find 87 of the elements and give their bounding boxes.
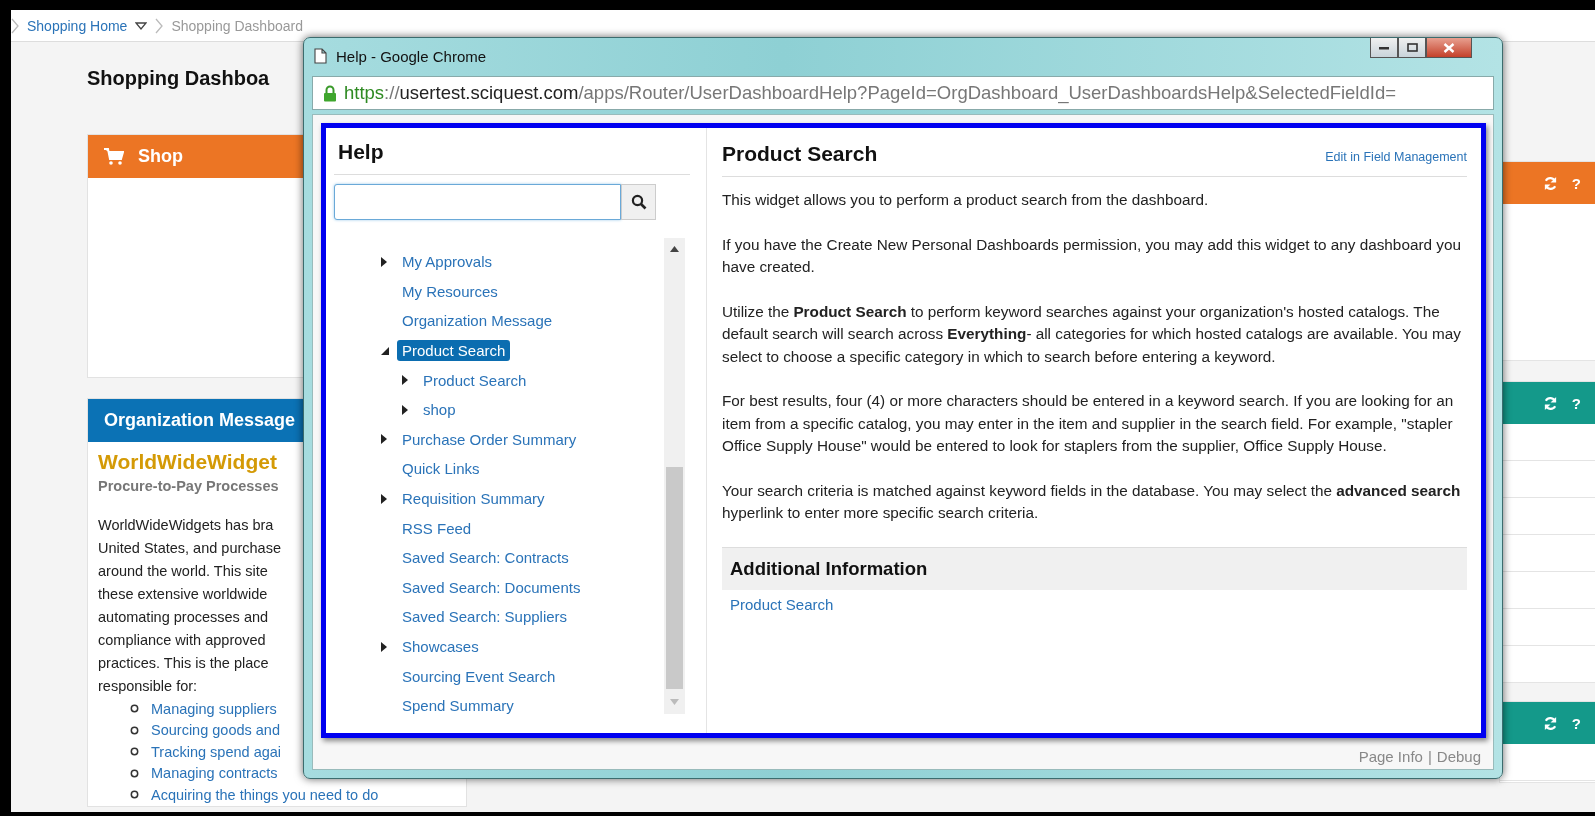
- section-header: Additional Information: [722, 546, 1467, 590]
- bullet-icon: [130, 768, 139, 778]
- help-link[interactable]: ?: [1571, 394, 1581, 412]
- message-list-item: Acquiring the things you need to do: [151, 786, 379, 803]
- message-text: around the world. This site: [98, 562, 268, 581]
- cart-icon: [104, 148, 124, 165]
- link-separator: |: [1427, 748, 1432, 765]
- article-paragraph: Your search criteria is matched against keyword fields in the database. You may select the advanced search hyperlink to enter more specific search criteria.: [722, 480, 1462, 523]
- message-heading: WorldWideWidget: [98, 450, 277, 474]
- tree-item[interactable]: Requisition Summary: [397, 488, 550, 510]
- article-paragraph: Utilize the Product Search to perform keyword searches against your organization's hosted catalogs. The default search will search across Everything- all categories for which hosted catalogs are available. You may select to choose a specific category in which to search before entering a keyword.: [722, 301, 1462, 367]
- window-title: Help - Google Chrome: [336, 47, 487, 65]
- scroll-up-icon[interactable]: [670, 246, 679, 252]
- message-text: WorldWideWidgets has bra: [98, 516, 274, 535]
- message-text: compliance with approved: [98, 631, 266, 650]
- scrollbar-thumb[interactable]: [666, 467, 683, 689]
- page-icon: [314, 48, 327, 64]
- tree-item[interactable]: My Approvals: [397, 251, 498, 273]
- edit-link[interactable]: Edit in Field Management: [1325, 150, 1467, 164]
- article-title: Product Search: [722, 142, 878, 166]
- tree-item[interactable]: Organization Message: [397, 310, 558, 332]
- tree-item[interactable]: Spend Summary: [397, 695, 519, 717]
- debug-link[interactable]: Debug: [1436, 748, 1481, 765]
- article-paragraph: For best results, four (4) or more characters should be entered in a keyword search. If you are looking for an item from a specific catalog, you may enter in the item and supplier in the search field. For example, "stapler Office Supply House" would be entered to look for staplers from the supplier, Office Supply House.: [722, 391, 1455, 456]
- message-list-item: Managing contracts: [151, 765, 278, 782]
- expand-arrow-icon[interactable]: [381, 641, 387, 652]
- expand-arrow-icon[interactable]: [381, 434, 387, 445]
- tree-item[interactable]: Showcases: [397, 636, 484, 657]
- help-link[interactable]: ?: [1571, 714, 1581, 732]
- expand-arrow-icon[interactable]: [381, 256, 387, 267]
- dropdown-caret-icon[interactable]: [135, 21, 148, 30]
- close-icon: [1443, 42, 1455, 53]
- message-list-item: Sourcing goods and: [151, 722, 280, 739]
- refresh-icon[interactable]: [1542, 715, 1558, 731]
- expand-arrow-icon[interactable]: [381, 493, 387, 504]
- message-list-item: Managing suppliers: [151, 700, 277, 717]
- page-info-link[interactable]: Page Info: [1358, 748, 1423, 765]
- minimize-button[interactable]: [1370, 38, 1398, 58]
- bullet-icon: [130, 790, 139, 800]
- tree-item[interactable]: RSS Feed: [397, 517, 477, 539]
- refresh-icon[interactable]: [1542, 175, 1558, 191]
- message-text: these extensive worldwide: [98, 585, 268, 604]
- help-link[interactable]: ?: [1571, 174, 1581, 192]
- tree-item[interactable]: Saved Search: Contracts: [397, 547, 574, 569]
- message-text: United States, and purchase: [98, 539, 281, 558]
- page-title: Shopping Dashboa: [87, 66, 270, 91]
- bullet-icon: [130, 747, 139, 757]
- breadcrumb-current: Shopping Dashboard: [171, 17, 303, 34]
- breadcrumb-link[interactable]: Shopping Home: [27, 17, 128, 34]
- tree-item[interactable]: Sourcing Event Search: [397, 665, 561, 687]
- refresh-icon[interactable]: [1542, 395, 1558, 411]
- message-text: practices. This is the place: [98, 654, 269, 673]
- widget-title: Organization Message: [104, 410, 296, 431]
- article-paragraph: If you have the Create New Personal Dashboards permission, you may add this widget to any dashboard you have created.: [722, 234, 1462, 277]
- expand-arrow-icon[interactable]: [402, 375, 408, 386]
- message-text: automating processes and: [98, 608, 269, 627]
- message-subheading: Procure-to-Pay Processes: [98, 478, 279, 494]
- chevron-icon: [155, 17, 164, 34]
- bullet-icon: [130, 725, 139, 735]
- tree-item[interactable]: Product Search: [397, 340, 511, 362]
- message-text: responsible for:: [98, 677, 198, 696]
- help-heading: Help: [334, 128, 690, 175]
- message-list-item: Tracking spend agai: [151, 743, 282, 760]
- tree-item[interactable]: shop: [418, 399, 461, 421]
- scrollbar[interactable]: [664, 238, 685, 714]
- lock-icon: [323, 84, 337, 102]
- expand-arrow-icon[interactable]: [402, 404, 408, 415]
- related-link[interactable]: Product Search: [730, 595, 834, 613]
- address-field[interactable]: https://usertest.sciquest.com/apps/Router/UserDashboardHelp?PageId=OrgDashboard_UserDashboardsHelp&SelectedFieldId=: [312, 76, 1494, 110]
- search-button[interactable]: [621, 184, 656, 220]
- tree-item[interactable]: Saved Search: Documents: [397, 576, 586, 598]
- collapse-arrow-icon[interactable]: [381, 346, 389, 355]
- search-icon: [630, 194, 647, 210]
- tree-item[interactable]: Quick Links: [397, 458, 485, 480]
- bullet-icon: [130, 704, 139, 714]
- chevron-icon: [11, 17, 19, 34]
- minimize-icon: [1379, 45, 1389, 50]
- maximize-button[interactable]: [1398, 38, 1426, 58]
- search-field[interactable]: [334, 184, 621, 220]
- tree-item[interactable]: Product Search: [418, 369, 532, 391]
- tree-item[interactable]: Purchase Order Summary: [397, 428, 582, 450]
- article-paragraph: This widget allows you to perform a product search from the dashboard.: [722, 190, 1210, 210]
- widget-title: Shop: [138, 146, 183, 167]
- close-button[interactable]: [1426, 38, 1472, 58]
- tree-item[interactable]: Saved Search: Suppliers: [397, 606, 573, 628]
- tree-item[interactable]: My Resources: [397, 280, 503, 302]
- maximize-icon: [1406, 43, 1418, 52]
